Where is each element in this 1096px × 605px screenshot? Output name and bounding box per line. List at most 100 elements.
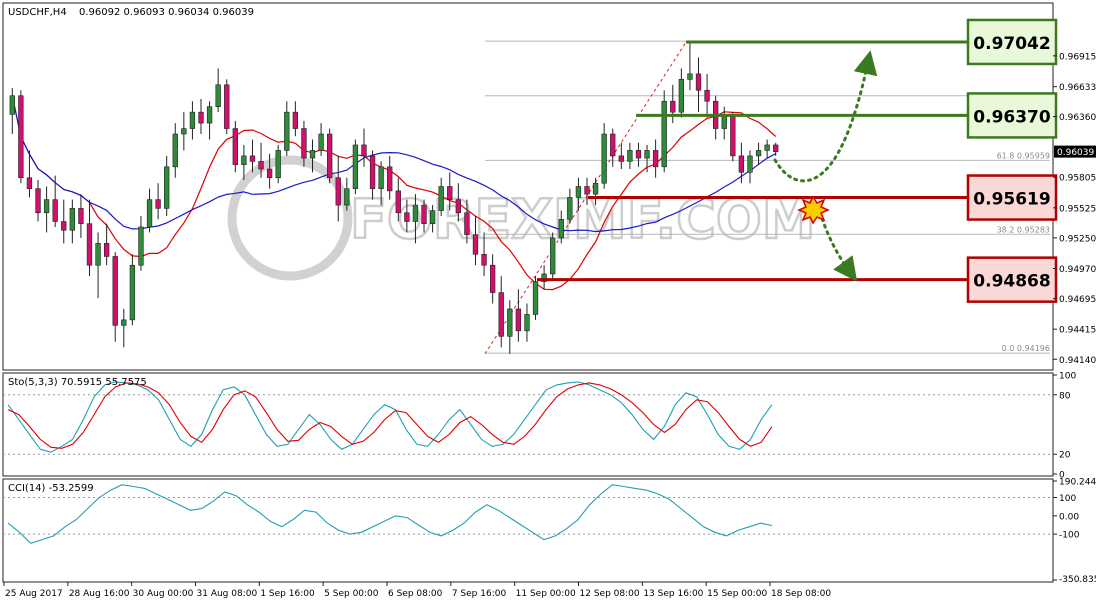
price-tick-label: 0.94415 (1059, 326, 1096, 336)
candle-body (361, 144, 367, 157)
candle-body (318, 133, 324, 151)
candle-body (472, 234, 479, 255)
candle-body (515, 308, 522, 332)
candle-body (189, 111, 196, 129)
stochastic-label: Sto(5,3,3) 70.5915 55.7575 (8, 377, 147, 388)
time-tick-label: 7 Sep 16:00 (452, 589, 507, 599)
candle-body (249, 155, 256, 162)
candle-body (155, 199, 161, 209)
candle-body (335, 177, 341, 206)
time-tick-label: 11 Sep 00:00 (516, 589, 576, 599)
candle-body (241, 155, 247, 165)
candle-body (78, 208, 84, 224)
candle-body (584, 186, 590, 195)
candle-body (43, 199, 50, 214)
candle-body (232, 128, 238, 165)
candle-body (550, 237, 556, 275)
fib-label: 38.2 0.95283 (997, 225, 1050, 234)
cci-label: CCI(14) -53.2599 (8, 483, 94, 494)
level-label-0.95619: 0.95619 (973, 190, 1050, 210)
candle-body (755, 150, 762, 157)
candle-body (258, 161, 264, 170)
candle-body (661, 100, 667, 168)
time-tick-label: 13 Sep 16:00 (643, 589, 703, 599)
candle-body (489, 264, 496, 293)
candle-body (558, 219, 564, 239)
candle-body (26, 177, 33, 189)
candle-body (455, 199, 461, 214)
time-tick-label: 25 Aug 2017 (5, 589, 63, 599)
candle-body (764, 144, 770, 151)
candle-body (224, 84, 230, 129)
candle-body (610, 133, 616, 157)
candle-body (327, 133, 333, 179)
candle-body (524, 314, 530, 332)
candle-body (164, 166, 170, 209)
candle-body (206, 106, 213, 124)
candle-body (52, 199, 58, 222)
level-label-0.94868: 0.94868 (973, 272, 1050, 292)
fib-label: 61.8 0.95959 (997, 151, 1050, 160)
candle-body (275, 150, 281, 179)
candle-body (9, 95, 15, 115)
time-tick-label: 5 Sep 00:00 (324, 589, 379, 599)
price-tick-label: 0.95250 (1059, 234, 1096, 244)
candle-body (738, 155, 745, 173)
candle-body (181, 128, 187, 135)
cci-tick-label: -350.8356 (1059, 575, 1096, 585)
candle-body (292, 111, 299, 129)
candle-body (498, 292, 504, 337)
candle-body (61, 221, 67, 231)
candle-body (687, 73, 693, 80)
candle-body (481, 253, 487, 266)
cci-tick-label: -100 (1059, 531, 1080, 541)
candle-body (95, 243, 101, 266)
candle-body (18, 95, 24, 179)
stochastic-tick-label: 100 (1059, 372, 1076, 382)
fib-label: 0.0 0.94196 (1002, 344, 1050, 353)
candle-body (421, 204, 427, 224)
time-tick-label: 28 Aug 16:00 (69, 589, 130, 599)
time-tick-label: 1 Sep 16:00 (260, 589, 315, 599)
candle-body (730, 114, 736, 157)
candle-body (352, 144, 359, 189)
level-label-0.97042: 0.97042 (973, 34, 1050, 54)
candle-body (601, 133, 607, 184)
candle-body (678, 79, 685, 113)
price-tick-label: 0.94695 (1059, 295, 1096, 305)
cci-tick-label: 100 (1059, 494, 1076, 504)
level-label-0.96370: 0.96370 (973, 107, 1051, 127)
stochastic-panel-frame (2, 372, 1054, 477)
candle-body (747, 155, 753, 173)
time-tick-label: 15 Sep 00:00 (707, 589, 767, 599)
candle-body (429, 210, 436, 224)
current-price-label: 0.96039 (1057, 148, 1094, 158)
candle-body (198, 111, 204, 124)
candle-body (567, 197, 573, 220)
candle-body (112, 256, 118, 326)
candle-body (395, 190, 401, 214)
forex-chart: FOREXIMF.COM USDCHF,H4 0.96092 0.96093 0… (2, 2, 1096, 599)
candle-body (369, 155, 376, 189)
candle-body (644, 150, 650, 159)
candle-body (695, 73, 702, 91)
candle-body (172, 133, 178, 168)
candle-body (773, 144, 779, 152)
candle-body (438, 186, 444, 211)
candle-body (215, 84, 221, 107)
symbol-label: USDCHF,H4 (8, 7, 67, 18)
price-tick-label: 0.94140 (1059, 356, 1096, 366)
candle-body (412, 204, 419, 222)
candle-body (592, 182, 599, 195)
candle-body (532, 281, 539, 315)
candle-body (618, 155, 624, 162)
candle-body (635, 150, 642, 159)
candle-body (121, 319, 127, 326)
candle-body (404, 212, 410, 222)
candle-body (309, 150, 316, 159)
price-axis: 0.96915 0.96633 0.96360 0.95805 0.95525 0.952… (1053, 52, 1096, 366)
cci-panel-frame (2, 478, 1054, 583)
time-axis: 25 Aug 2017 28 Aug 16:00 30 Aug 00:00 31 Au… (3, 582, 831, 599)
candle-body (464, 212, 470, 235)
time-tick-label: 30 Aug 00:00 (133, 589, 194, 599)
